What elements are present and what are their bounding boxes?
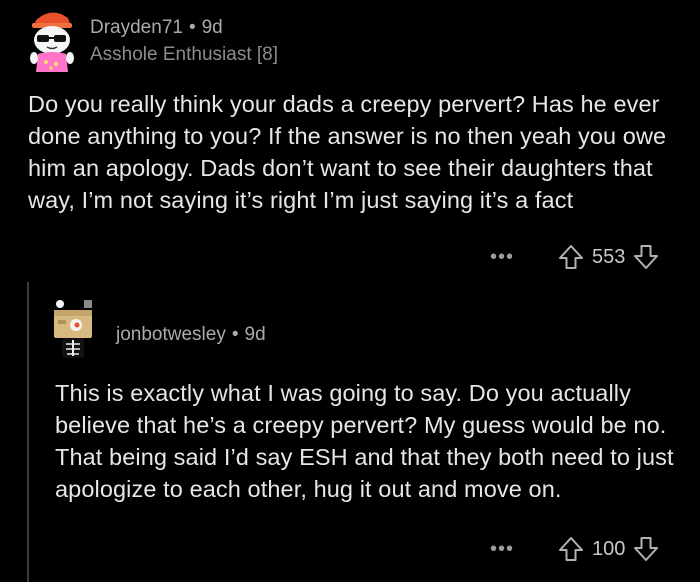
downvote-arrow-icon[interactable] xyxy=(633,536,659,562)
downvote-arrow-icon[interactable] xyxy=(633,244,659,270)
more-options-button[interactable]: ••• xyxy=(490,538,514,561)
comment-meta: jonbotwesley • 9d xyxy=(116,324,266,346)
username-link[interactable]: jonbotwesley xyxy=(116,324,226,345)
username-link[interactable]: Drayden71 xyxy=(90,17,183,38)
vote-score: 553 xyxy=(592,245,626,268)
comment-actions: ••• 100 xyxy=(490,536,659,562)
comment-body: Do you really think your dads a creepy p… xyxy=(28,91,667,213)
meta-separator: • xyxy=(231,324,239,345)
snoo-avatar-sunglasses-icon xyxy=(30,12,74,72)
vote-score: 100 xyxy=(592,537,626,560)
user-avatar[interactable] xyxy=(22,6,82,74)
user-flair: Asshole Enthusiast [8] xyxy=(90,44,278,65)
comment-age: 9d xyxy=(201,17,223,38)
upvote-arrow-icon[interactable] xyxy=(558,244,584,270)
more-options-button[interactable]: ••• xyxy=(490,246,514,269)
comment-body: This is exactly what I was going to say.… xyxy=(55,380,674,502)
comment-age: 9d xyxy=(244,324,266,345)
upvote-arrow-icon[interactable] xyxy=(558,536,584,562)
user-avatar[interactable] xyxy=(48,298,98,360)
comment-thread: Drayden71 • 9d Asshole Enthusiast [8] Do y… xyxy=(0,0,700,582)
comment-actions: ••• 553 xyxy=(490,244,659,270)
box-head-avatar-icon xyxy=(54,300,92,358)
comment-meta: Drayden71 • 9d xyxy=(90,17,223,39)
meta-separator: • xyxy=(188,17,196,38)
thread-line[interactable] xyxy=(27,282,29,582)
